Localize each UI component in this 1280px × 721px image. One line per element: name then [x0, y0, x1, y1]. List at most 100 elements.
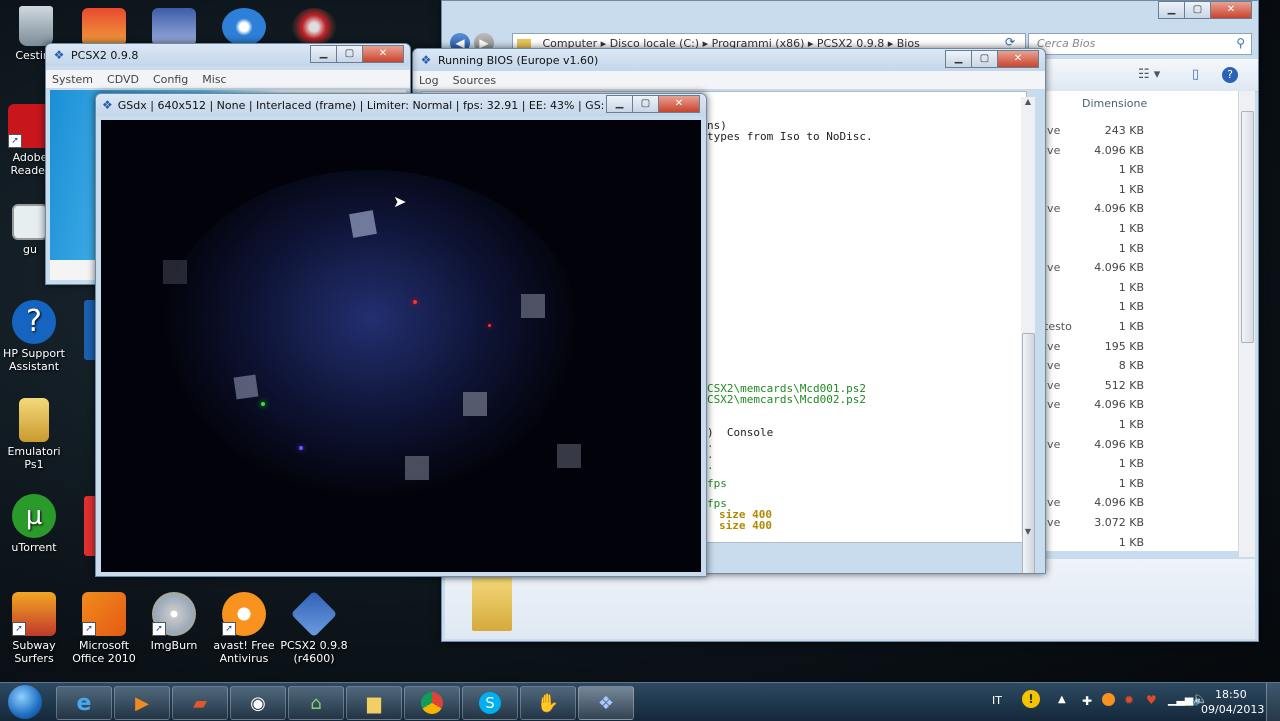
- taskbar-hp[interactable]: ⌂: [288, 686, 344, 720]
- help-icon[interactable]: ?: [1222, 67, 1238, 83]
- desktop-icon-pcsx2[interactable]: PCSX2 0.9.8 (r4600): [278, 590, 350, 665]
- file-type: ive: [1044, 339, 1061, 353]
- menu-log[interactable]: Log: [419, 74, 439, 87]
- disc-icon: ➚: [152, 592, 196, 636]
- pcsx2-icon: [290, 590, 338, 638]
- maximize-button[interactable]: ▢: [336, 45, 363, 63]
- tray-icon-1[interactable]: ✚: [1082, 694, 1092, 708]
- tray-icon-4[interactable]: ♥: [1146, 693, 1157, 707]
- folder-preview-icon: [472, 577, 512, 631]
- clock-time[interactable]: 18:50: [1215, 688, 1247, 701]
- explorer-scrollbar[interactable]: [1238, 91, 1255, 557]
- search-input[interactable]: Cerca Bios ⚲: [1028, 33, 1252, 55]
- menu-misc[interactable]: Misc: [202, 73, 226, 86]
- file-size: 8 KB: [1118, 359, 1144, 373]
- menu-config[interactable]: Config: [153, 73, 188, 86]
- pcsx2-icon: ❖: [102, 98, 113, 112]
- language-indicator[interactable]: IT: [992, 694, 1002, 707]
- desktop-icon-emulatori[interactable]: Emulatori Ps1: [0, 398, 70, 471]
- file-size: 4.096 KB: [1094, 202, 1144, 216]
- pcsx2-menubar: System CDVD Config Misc: [46, 70, 410, 89]
- close-button[interactable]: ✕: [658, 95, 700, 113]
- minimize-button[interactable]: ▁: [606, 95, 633, 113]
- menu-cdvd[interactable]: CDVD: [107, 73, 139, 86]
- game-icon: ➚: [12, 592, 56, 636]
- file-type: ive: [1044, 261, 1061, 275]
- shortcut-arrow-icon: ➚: [82, 622, 96, 636]
- bios-light-green: [261, 402, 265, 406]
- gsdx-window[interactable]: ❖ GSdx | 640x512 | None | Interlaced (fr…: [95, 93, 707, 577]
- desktop-icon-imgburn[interactable]: ➚ ImgBurn: [138, 592, 210, 652]
- maximize-button[interactable]: ▢: [971, 50, 998, 68]
- recycle-bin-icon: [19, 6, 53, 46]
- desktop-icon-top-1[interactable]: [82, 8, 126, 46]
- minimize-button[interactable]: ▁: [310, 45, 337, 63]
- view-options-icon[interactable]: ☷ ▾: [1138, 67, 1160, 82]
- console-line-5: ) Console: [707, 426, 774, 439]
- desktop-icon-avast[interactable]: ➚ avast! Free Antivirus: [208, 592, 280, 665]
- column-header-dimensione[interactable]: Dimensione: [1082, 97, 1147, 110]
- bios-cube: [463, 392, 487, 416]
- menu-system[interactable]: System: [52, 73, 93, 86]
- minimize-button[interactable]: ▁: [945, 50, 972, 68]
- menu-sources[interactable]: Sources: [453, 74, 497, 87]
- file-type: ive: [1044, 202, 1061, 216]
- app-icon: [12, 204, 48, 240]
- clock-date[interactable]: 09/04/2013: [1201, 703, 1264, 716]
- file-type: ive: [1044, 378, 1061, 392]
- file-type: ive: [1044, 143, 1061, 157]
- minimize-button[interactable]: ▁: [1158, 1, 1185, 19]
- file-type: testo: [1044, 320, 1072, 333]
- file-size: 512 KB: [1104, 378, 1144, 392]
- file-size: 1 KB: [1118, 182, 1144, 196]
- taskbar-game[interactable]: ✋: [520, 686, 576, 720]
- office-icon: ➚: [82, 592, 126, 636]
- pcsx2-icon: ❖: [597, 692, 615, 714]
- utorrent-icon: µ: [12, 494, 56, 538]
- taskbar-app-1[interactable]: ▰: [172, 686, 228, 720]
- game-render-area[interactable]: ➤: [101, 120, 701, 572]
- scrollbar-thumb[interactable]: [1241, 111, 1254, 343]
- avast-icon: ➚: [222, 592, 266, 636]
- desktop-icon-utorrent[interactable]: µ uTorrent: [0, 494, 70, 554]
- taskbar-skype[interactable]: S: [462, 686, 518, 720]
- show-hidden-icons[interactable]: ▲: [1058, 694, 1066, 705]
- tray-icon-avast[interactable]: [1102, 693, 1115, 706]
- desktop-icon-top-4[interactable]: [292, 8, 336, 46]
- bios-light-red: [488, 324, 491, 327]
- desktop-icon-subway-surfers[interactable]: ➚ Subway Surfers: [0, 592, 70, 665]
- bios-cube: [521, 294, 545, 318]
- close-button[interactable]: ✕: [362, 45, 404, 63]
- taskbar-pcsx2[interactable]: ❖: [578, 686, 634, 720]
- file-size: 4.096 KB: [1094, 261, 1144, 275]
- tray-icon-3[interactable]: ✹: [1124, 693, 1134, 707]
- shortcut-arrow-icon: ➚: [222, 622, 236, 636]
- chrome-icon: [421, 692, 443, 714]
- console-scrollbar[interactable]: ▲ ▼: [1021, 97, 1035, 573]
- action-center-warning-icon[interactable]: !: [1022, 690, 1040, 708]
- close-button[interactable]: ✕: [1210, 1, 1252, 19]
- taskbar-media-player[interactable]: ▶: [114, 686, 170, 720]
- file-size: 1 KB: [1118, 163, 1144, 177]
- start-orb-icon[interactable]: [8, 685, 42, 719]
- desktop-icon-top-3[interactable]: [222, 8, 266, 46]
- file-size: 1 KB: [1118, 280, 1144, 294]
- scroll-down-icon[interactable]: ▼: [1021, 527, 1035, 539]
- shortcut-arrow-icon: ➚: [152, 622, 166, 636]
- close-button[interactable]: ✕: [997, 50, 1039, 68]
- show-desktop-button[interactable]: [1266, 683, 1280, 721]
- file-size: 4.096 KB: [1094, 398, 1144, 412]
- explorer-folder-icon: ▆: [367, 692, 381, 714]
- desktop-icon-top-2[interactable]: [152, 8, 196, 46]
- taskbar-explorer[interactable]: ▆: [346, 686, 402, 720]
- scroll-up-icon[interactable]: ▲: [1021, 97, 1035, 109]
- maximize-button[interactable]: ▢: [632, 95, 659, 113]
- network-icon[interactable]: ▁▃▅: [1168, 693, 1193, 706]
- taskbar-chrome[interactable]: [404, 686, 460, 720]
- preview-pane-icon[interactable]: ▯: [1192, 67, 1199, 82]
- desktop-icon-hp-support[interactable]: ? HP Support Assistant: [0, 300, 70, 373]
- taskbar-internet-explorer[interactable]: e: [56, 686, 112, 720]
- maximize-button[interactable]: ▢: [1184, 1, 1211, 19]
- taskbar-camera[interactable]: ◉: [230, 686, 286, 720]
- desktop-icon-office[interactable]: ➚ Microsoft Office 2010: [68, 592, 140, 665]
